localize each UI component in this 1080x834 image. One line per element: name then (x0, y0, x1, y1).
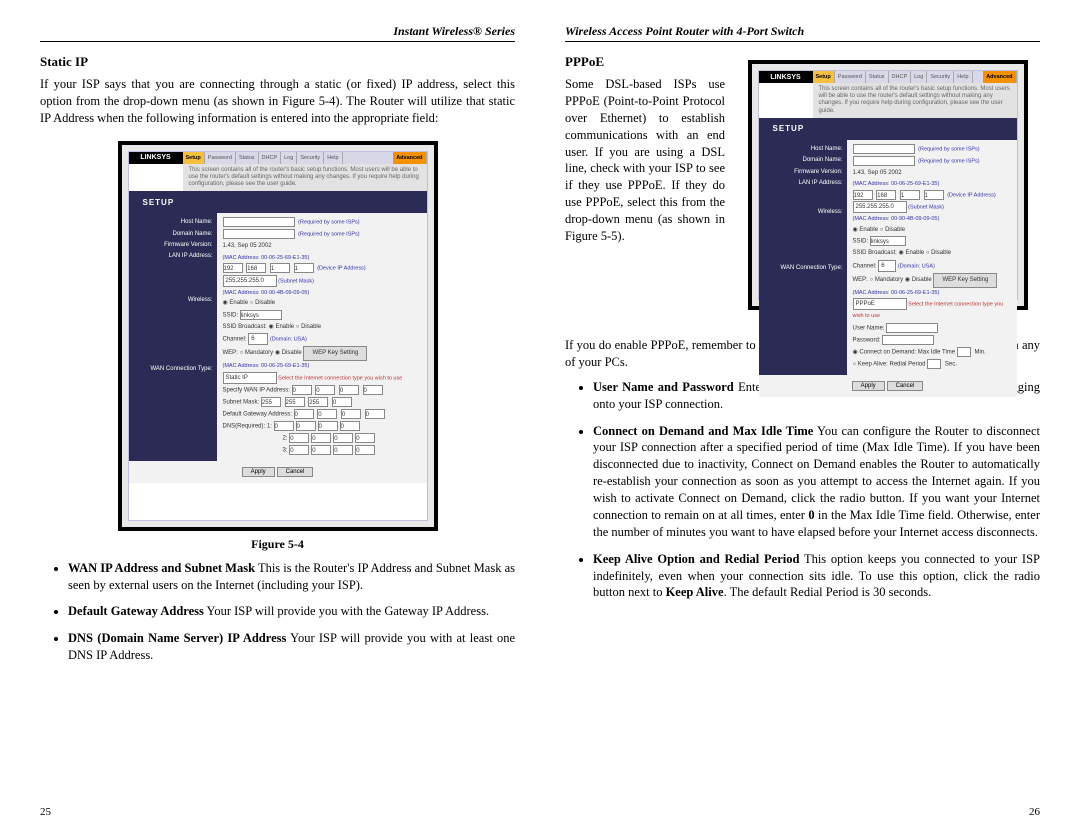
figure-5-5: LINKSYS Setup Password Status DHCP Log S… (735, 60, 1040, 310)
lbl-fw: Firmware Version: (131, 240, 213, 251)
ip-d[interactable]: 1 (294, 263, 314, 273)
b2-text: Your ISP will provide you with the Gatew… (204, 604, 489, 618)
ssid-lbl: SSID: (223, 312, 239, 318)
host-input[interactable] (223, 217, 295, 227)
pppoe-bullets: User Name and Password Enter the User Na… (565, 379, 1040, 612)
apply-button-2[interactable]: Apply (852, 381, 885, 391)
spec-wan-ip: Specify WAN IP Address: (223, 387, 290, 393)
lbl-domain: Domain Name: (131, 229, 213, 240)
cancel-button[interactable]: Cancel (277, 467, 314, 477)
tab-advanced[interactable]: Advanced (393, 152, 426, 164)
section-title-static-ip: Static IP (40, 54, 515, 70)
wep: WEP: (223, 350, 238, 356)
pass-lbl: Password: (853, 337, 881, 343)
enable[interactable]: Enable (229, 300, 248, 306)
b2-label: Default Gateway Address (68, 604, 204, 618)
lbl-lan: LAN IP Address: (131, 251, 213, 262)
domain-input[interactable] (223, 229, 295, 239)
b1-label: WAN IP Address and Subnet Mask (68, 561, 255, 575)
ip-b[interactable]: 168 (246, 263, 266, 273)
wep-key-btn[interactable]: WEP Key Setting (303, 346, 367, 361)
rb3-text-b: . The default Redial Period is 30 second… (724, 585, 932, 599)
rb3-keep: Keep Alive (666, 585, 724, 599)
lbl-wireless: Wireless: (131, 295, 213, 306)
dns-r: DNS(Required): (223, 423, 266, 429)
chan-sel[interactable]: 6 (248, 333, 268, 345)
tab-setup[interactable]: Setup (183, 152, 205, 164)
tab-help[interactable]: Help (324, 152, 342, 164)
page-number-left: 25 (40, 806, 51, 818)
linksys-setup-pppoe: LINKSYS Setup Password Status DHCP Log S… (748, 60, 1028, 310)
apply-button[interactable]: Apply (242, 467, 275, 477)
tab-password[interactable]: Password (205, 152, 236, 164)
section-title-pppoe: PPPoE (565, 54, 725, 70)
static-ip-bullets: WAN IP Address and Subnet Mask This is t… (40, 560, 515, 674)
cod[interactable]: Connect on Demand: Max Idle Time (859, 349, 955, 355)
setup-banner: SETUP (129, 191, 427, 213)
page-number-right: 26 (1029, 806, 1040, 818)
rb2-label: Connect on Demand and Max Idle Time (593, 424, 813, 438)
ssid-b: SSID Broadcast: (223, 324, 267, 330)
left-page: Instant Wireless® Series Static IP If yo… (40, 24, 515, 814)
fw-value: 1.43, Sep 05 2002 (223, 241, 421, 252)
tab-dhcp[interactable]: DHCP (259, 152, 282, 164)
rb3-label: Keep Alive Option and Redial Period (593, 552, 799, 566)
user-lbl: User Name: (853, 325, 885, 331)
domain-hint: (Required by some ISPs) (298, 232, 359, 238)
mask-hint: (Subnet Mask) (278, 279, 314, 285)
help-text: This screen contains all of the router's… (183, 164, 427, 192)
mask-select[interactable]: 255.255.255.0 (223, 275, 277, 287)
subnet-mask: Subnet Mask: (223, 399, 260, 405)
def-gw: Default Gateway Address: (223, 411, 292, 417)
host-hint: (Required by some ISPs) (298, 220, 359, 226)
wan-type-hint: Select the Internet connection type you … (278, 375, 402, 381)
ka[interactable]: Keep Alive: Redial Period (858, 361, 926, 367)
pass-input[interactable] (882, 335, 934, 345)
running-head-right: Wireless Access Point Router with 4-Port… (565, 24, 1040, 42)
b3-label: DNS (Domain Name Server) IP Address (68, 631, 286, 645)
right-page: Wireless Access Point Router with 4-Port… (565, 24, 1040, 814)
user-input[interactable] (886, 323, 938, 333)
ip-hint: (Device IP Address) (317, 266, 366, 272)
fig-5-4-caption: Figure 5-4 (40, 537, 515, 552)
tab-bar: LINKSYS Setup Password Status DHCP Log S… (129, 152, 427, 164)
wan-type-select[interactable]: Static IP (223, 372, 277, 384)
intro-static-ip: If your ISP says that you are connecting… (40, 76, 515, 127)
figure-5-4: LINKSYS Setup Password Status DHCP Log S… (40, 141, 515, 531)
ip-a[interactable]: 192 (223, 263, 243, 273)
running-head-left: Instant Wireless® Series (40, 24, 515, 42)
ip-c[interactable]: 1 (270, 263, 290, 273)
mac-w: (MAC Address: 00-90-4B-09-09-05) (223, 288, 421, 298)
tab-log[interactable]: Log (281, 152, 297, 164)
ssid-input[interactable]: linksys (240, 310, 282, 320)
chan: Channel: (223, 337, 247, 343)
tab-status[interactable]: Status (236, 152, 259, 164)
mac-wan: (MAC Address: 00-06-25-69-E1-35) (223, 361, 421, 371)
intro-pppoe: Some DSL-based ISPs use PPPoE (Point-to-… (565, 76, 725, 245)
lbl-host: Host Name: (131, 217, 213, 228)
linksys-setup-static: LINKSYS Setup Password Status DHCP Log S… (118, 141, 438, 531)
brand-logo: LINKSYS (129, 152, 183, 164)
mac-top: (MAC Address: 00-06-25-69-E1-35) (223, 253, 421, 263)
disable[interactable]: Disable (255, 300, 275, 306)
cancel-button-2[interactable]: Cancel (887, 381, 924, 391)
lbl-wan: WAN Connection Type: (131, 364, 213, 375)
rb1-label: User Name and Password (593, 380, 734, 394)
wan-type-select-pppoe[interactable]: PPPoE (853, 298, 907, 310)
tab-security[interactable]: Security (297, 152, 324, 164)
